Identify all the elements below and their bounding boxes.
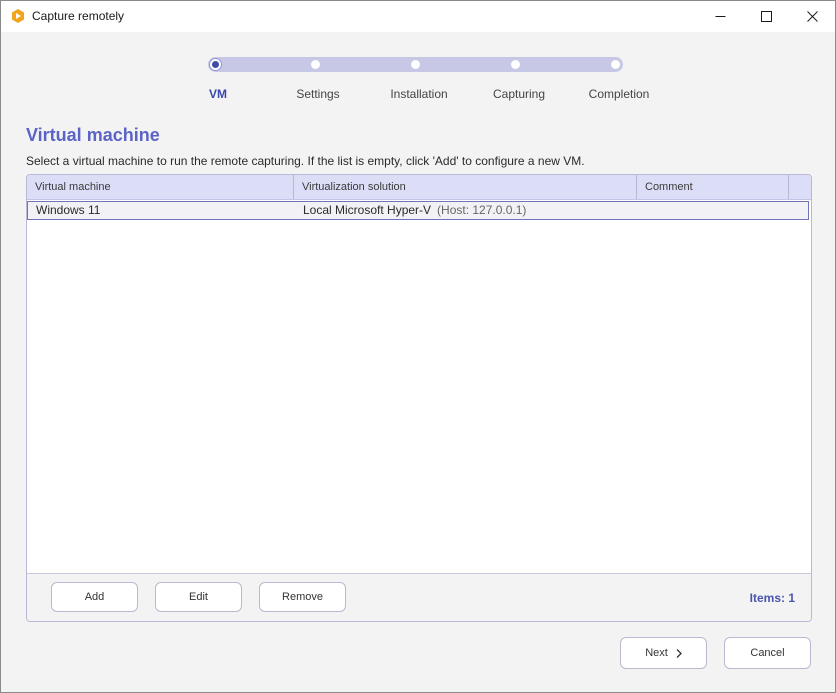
cell-virtualization-solution: Local Microsoft Hyper-V (Host: 127.0.0.1) [303,202,526,219]
window-title: Capture remotely [32,9,125,23]
chevron-right-icon [676,648,682,658]
cancel-button[interactable]: Cancel [724,637,811,669]
column-header-virtual-machine[interactable]: Virtual machine [27,175,294,199]
solution-name: Local Microsoft Hyper-V [303,203,432,217]
capture-remotely-window: Capture remotely VM Settings Installatio… [0,0,836,693]
minimize-button[interactable] [697,1,743,32]
minimize-icon [715,11,726,22]
step-label-settings: Settings [296,87,340,101]
next-label: Next [645,647,668,659]
step-label-completion: Completion [588,87,650,101]
page-title: Virtual machine [26,125,160,145]
app-logo-icon [10,8,26,24]
page-description: Select a virtual machine to run the remo… [26,154,585,168]
step-label-capturing: Capturing [492,87,546,101]
maximize-icon [760,11,772,22]
items-count: Items: 1 [749,591,795,605]
step-dot-settings [311,60,320,69]
column-header-comment[interactable]: Comment [637,175,789,199]
step-dot-vm [210,59,221,70]
edit-button[interactable]: Edit [155,582,242,612]
cell-virtual-machine: Windows 11 [36,203,101,217]
step-dot-capturing [511,60,520,69]
close-icon [806,11,818,22]
close-button[interactable] [789,1,835,32]
list-actions-bar: Add Edit Remove Items: 1 [27,573,811,621]
table-header: Virtual machine Virtualization solution … [27,175,811,200]
step-label-installation: Installation [390,87,448,101]
maximize-button[interactable] [743,1,789,32]
column-header-filler [789,175,811,199]
step-label-vm: VM [209,87,227,101]
add-button[interactable]: Add [51,582,138,612]
step-dot-completion [611,60,620,69]
vm-list-panel: Virtual machine Virtualization solution … [26,174,812,622]
table-row[interactable]: Windows 11 Local Microsoft Hyper-V (Host:… [27,201,809,220]
title-bar: Capture remotely [1,1,835,32]
step-dot-installation [411,60,420,69]
remove-button[interactable]: Remove [259,582,346,612]
column-header-virtualization-solution[interactable]: Virtualization solution [294,175,637,199]
next-button[interactable]: Next [620,637,707,669]
solution-host: (Host: 127.0.0.1) [437,203,527,217]
